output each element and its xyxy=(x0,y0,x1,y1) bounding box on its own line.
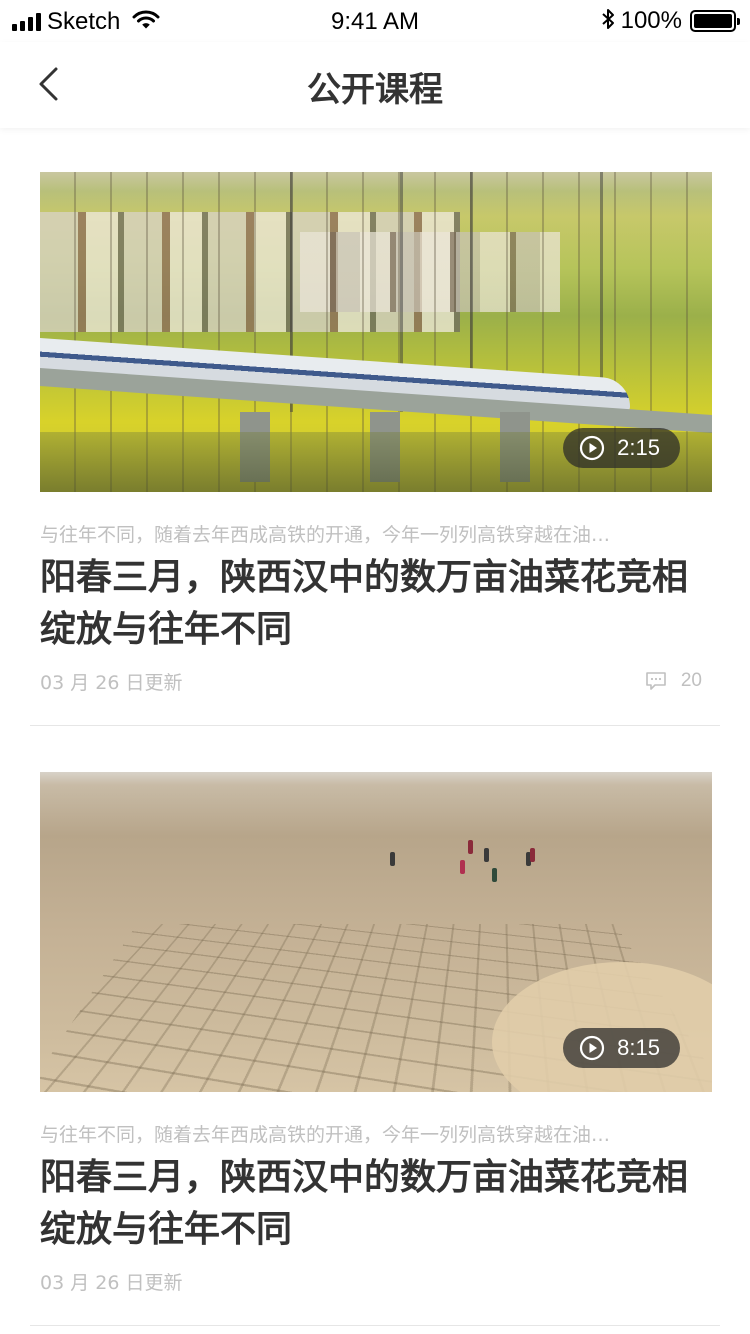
video-thumbnail[interactable]: 8:15 xyxy=(40,772,712,1092)
course-title[interactable]: 阳春三月，陕西汉中的数万亩油菜花竞相绽放与往年不同 xyxy=(40,552,700,656)
comment-count[interactable]: 20 xyxy=(645,670,702,692)
course-card[interactable]: 2:15 与往年不同，随着去年西成高铁的开通，今年一列列高铁穿越在油… 阳春三月… xyxy=(30,172,720,726)
nav-bar: 公开课程 xyxy=(0,42,750,128)
video-duration-badge: 8:15 xyxy=(563,1028,680,1068)
update-date: 03 月 26 日更新 xyxy=(40,672,183,694)
bluetooth-icon xyxy=(601,7,615,35)
play-icon xyxy=(579,435,605,461)
battery-percentage: 100% xyxy=(620,7,682,34)
status-bar: Sketch 9:41 AM 100% xyxy=(0,0,750,42)
battery-icon xyxy=(690,10,740,32)
video-duration-badge: 2:15 xyxy=(563,428,680,468)
course-summary: 与往年不同，随着去年西成高铁的开通，今年一列列高铁穿越在油… xyxy=(40,1124,611,1146)
comment-count-text: 20 xyxy=(680,670,702,691)
status-right: 100% xyxy=(601,7,740,35)
duration-text: 8:15 xyxy=(617,1035,660,1060)
comment-icon xyxy=(645,671,667,691)
course-title[interactable]: 阳春三月，陕西汉中的数万亩油菜花竞相绽放与往年不同 xyxy=(40,1152,700,1256)
play-icon xyxy=(579,1035,605,1061)
video-thumbnail[interactable]: 2:15 xyxy=(40,172,712,492)
update-date: 03 月 26 日更新 xyxy=(40,1272,183,1294)
course-card[interactable]: 8:15 与往年不同，随着去年西成高铁的开通，今年一列列高铁穿越在油… 阳春三月… xyxy=(30,772,720,1326)
course-summary: 与往年不同，随着去年西成高铁的开通，今年一列列高铁穿越在油… xyxy=(40,524,611,546)
duration-text: 2:15 xyxy=(617,435,660,460)
page-title: 公开课程 xyxy=(307,70,443,110)
